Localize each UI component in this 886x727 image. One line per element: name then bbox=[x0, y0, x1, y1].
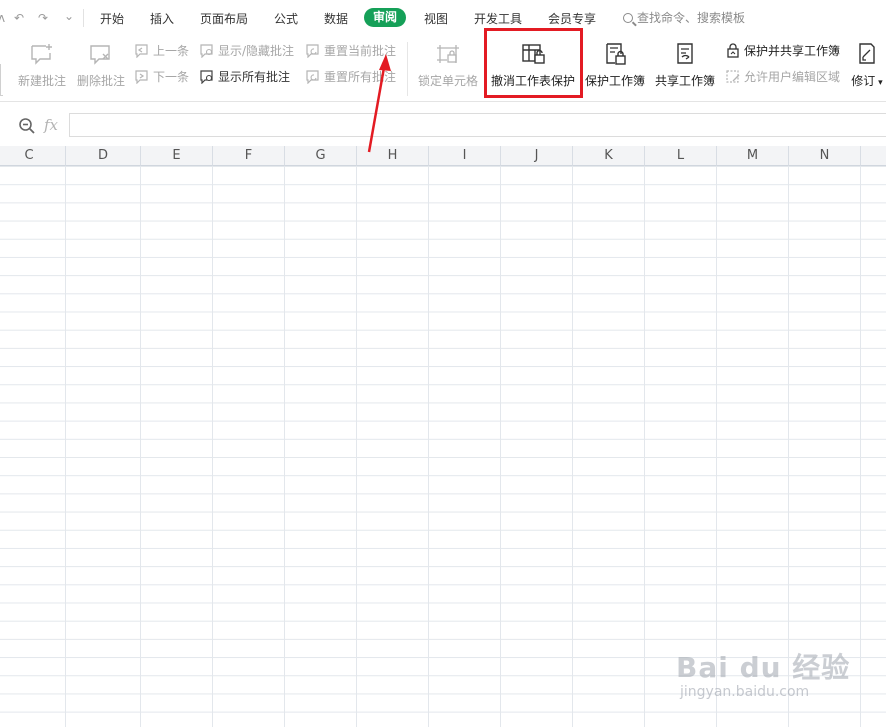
column-gridline bbox=[500, 166, 501, 727]
protect-workbook-icon bbox=[606, 43, 626, 65]
protect-and-share-icon bbox=[727, 43, 739, 58]
reset-current-comment-button[interactable]: 重置当前批注 bbox=[305, 43, 396, 59]
column-gridline bbox=[572, 166, 573, 727]
reset-all-comments-icon bbox=[306, 70, 319, 84]
column-header-j[interactable]: J bbox=[501, 146, 573, 166]
new-comment-label: 新建批注 bbox=[17, 74, 66, 88]
column-header-k[interactable]: K bbox=[573, 146, 645, 166]
column-header-g[interactable]: G bbox=[285, 146, 357, 166]
previous-comment-button[interactable]: 上一条 bbox=[134, 43, 189, 59]
menu-separator bbox=[83, 9, 84, 27]
column-gridline bbox=[140, 166, 141, 727]
column-header-l[interactable]: L bbox=[645, 146, 717, 166]
previous-comment-label: 上一条 bbox=[153, 44, 190, 58]
next-comment-label: 下一条 bbox=[153, 70, 190, 84]
command-search-placeholder: 查找命令、搜索模板 bbox=[637, 11, 746, 25]
column-header-i[interactable]: I bbox=[429, 146, 501, 166]
show-hide-comments-button[interactable]: 显示/隐藏批注 bbox=[199, 43, 294, 59]
new-comment-icon bbox=[31, 44, 52, 65]
lock-cell-label: 锁定单元格 bbox=[417, 74, 478, 88]
tab-member[interactable]: 会员专享 bbox=[548, 10, 596, 27]
show-hide-comment-icon bbox=[200, 44, 213, 58]
column-header-d[interactable]: D bbox=[66, 146, 141, 166]
lock-cell-icon bbox=[437, 45, 459, 63]
tab-data[interactable]: 数据 bbox=[324, 10, 348, 27]
column-gridline bbox=[65, 166, 66, 727]
column-gridline bbox=[428, 166, 429, 727]
annotation-highlight-box bbox=[484, 28, 583, 98]
tab-start[interactable]: 开始 bbox=[100, 10, 124, 27]
share-workbook-label: 共享工作簿 bbox=[654, 74, 715, 88]
undo-icon-partial[interactable]: ʌ bbox=[0, 11, 5, 25]
menu-bar: ʌ ↶ ↷ ⌄ 开始 插入 页面布局 公式 数据 审阅 视图 开发工具 会员专享… bbox=[0, 0, 886, 36]
column-header-f[interactable]: F bbox=[213, 146, 285, 166]
show-all-comments-icon bbox=[200, 70, 213, 84]
track-changes-icon bbox=[859, 43, 875, 64]
share-workbook-icon bbox=[677, 43, 693, 64]
next-comment-icon bbox=[135, 70, 148, 84]
formula-input[interactable] bbox=[69, 113, 886, 137]
next-comment-button[interactable]: 下一条 bbox=[134, 69, 189, 85]
cell-area[interactable] bbox=[0, 166, 886, 727]
delete-comment-button[interactable]: 删除批注 bbox=[75, 42, 127, 89]
show-all-comments-button[interactable]: 显示所有批注 bbox=[199, 69, 290, 85]
show-hide-comments-label: 显示/隐藏批注 bbox=[218, 44, 295, 58]
protect-workbook-button[interactable]: 保护工作簿 bbox=[584, 42, 646, 89]
allow-edit-ranges-button[interactable]: 允许用户编辑区域 bbox=[725, 69, 840, 85]
column-header-e[interactable]: E bbox=[141, 146, 213, 166]
column-header-c[interactable]: C bbox=[0, 146, 66, 166]
delete-comment-icon bbox=[90, 45, 110, 65]
lock-cell-button[interactable]: 锁定单元格 bbox=[417, 42, 479, 89]
zoom-icon[interactable] bbox=[18, 117, 36, 135]
reset-current-comment-label: 重置当前批注 bbox=[324, 44, 397, 58]
column-gridline bbox=[356, 166, 357, 727]
protect-and-share-label: 保护并共享工作簿 bbox=[744, 44, 841, 58]
ribbon-separator bbox=[407, 42, 408, 96]
column-header-m[interactable]: M bbox=[717, 146, 789, 166]
review-ribbon: 新建批注 删除批注 上一条 下一条 显示/隐藏批注 显示所有批注 重置当前批注 … bbox=[0, 36, 886, 102]
tab-developer[interactable]: 开发工具 bbox=[474, 10, 522, 27]
track-changes-dropdown-icon[interactable]: ▾ bbox=[875, 78, 883, 88]
undo-icon[interactable]: ↶ bbox=[14, 11, 24, 25]
column-header-o-partial[interactable] bbox=[861, 146, 886, 166]
column-gridline bbox=[716, 166, 717, 727]
column-gridline bbox=[788, 166, 789, 727]
tab-formulas[interactable]: 公式 bbox=[274, 10, 298, 27]
reset-all-comments-label: 重置所有批注 bbox=[324, 70, 397, 84]
share-workbook-button[interactable]: 共享工作簿 bbox=[654, 42, 716, 89]
spreadsheet-grid[interactable]: C D E F G H I J K L M N bbox=[0, 146, 886, 727]
ribbon-edge bbox=[0, 64, 3, 96]
redo-icon[interactable]: ↷ bbox=[38, 11, 48, 25]
reset-current-comment-icon bbox=[306, 44, 319, 58]
search-icon bbox=[623, 13, 633, 23]
fx-label[interactable]: fx bbox=[44, 116, 58, 134]
tab-view[interactable]: 视图 bbox=[424, 10, 448, 27]
reset-all-comments-button[interactable]: 重置所有批注 bbox=[305, 69, 396, 85]
column-gridline bbox=[860, 166, 861, 727]
delete-comment-label: 删除批注 bbox=[76, 74, 125, 88]
column-header-n[interactable]: N bbox=[789, 146, 861, 166]
new-comment-button[interactable]: 新建批注 bbox=[16, 42, 68, 89]
formula-bar: fx bbox=[0, 102, 886, 146]
quick-access-more-icon[interactable]: ⌄ bbox=[64, 9, 74, 23]
allow-edit-ranges-label: 允许用户编辑区域 bbox=[744, 70, 841, 84]
protect-and-share-button[interactable]: 保护并共享工作簿 bbox=[725, 43, 840, 59]
tab-insert[interactable]: 插入 bbox=[150, 10, 174, 27]
show-all-comments-label: 显示所有批注 bbox=[218, 70, 291, 84]
command-search[interactable]: 查找命令、搜索模板 bbox=[623, 9, 745, 26]
tab-review[interactable]: 审阅 bbox=[364, 8, 407, 27]
track-changes-label: 修订 ▾ bbox=[851, 74, 883, 88]
track-changes-button[interactable]: 修订 ▾ bbox=[848, 42, 886, 89]
protect-workbook-label: 保护工作簿 bbox=[584, 74, 645, 88]
column-gridline bbox=[644, 166, 645, 727]
tab-page-layout[interactable]: 页面布局 bbox=[200, 10, 248, 27]
previous-comment-icon bbox=[135, 44, 148, 58]
column-gridline bbox=[212, 166, 213, 727]
column-header-h[interactable]: H bbox=[357, 146, 429, 166]
allow-edit-ranges-icon bbox=[726, 70, 740, 83]
column-gridline bbox=[284, 166, 285, 727]
